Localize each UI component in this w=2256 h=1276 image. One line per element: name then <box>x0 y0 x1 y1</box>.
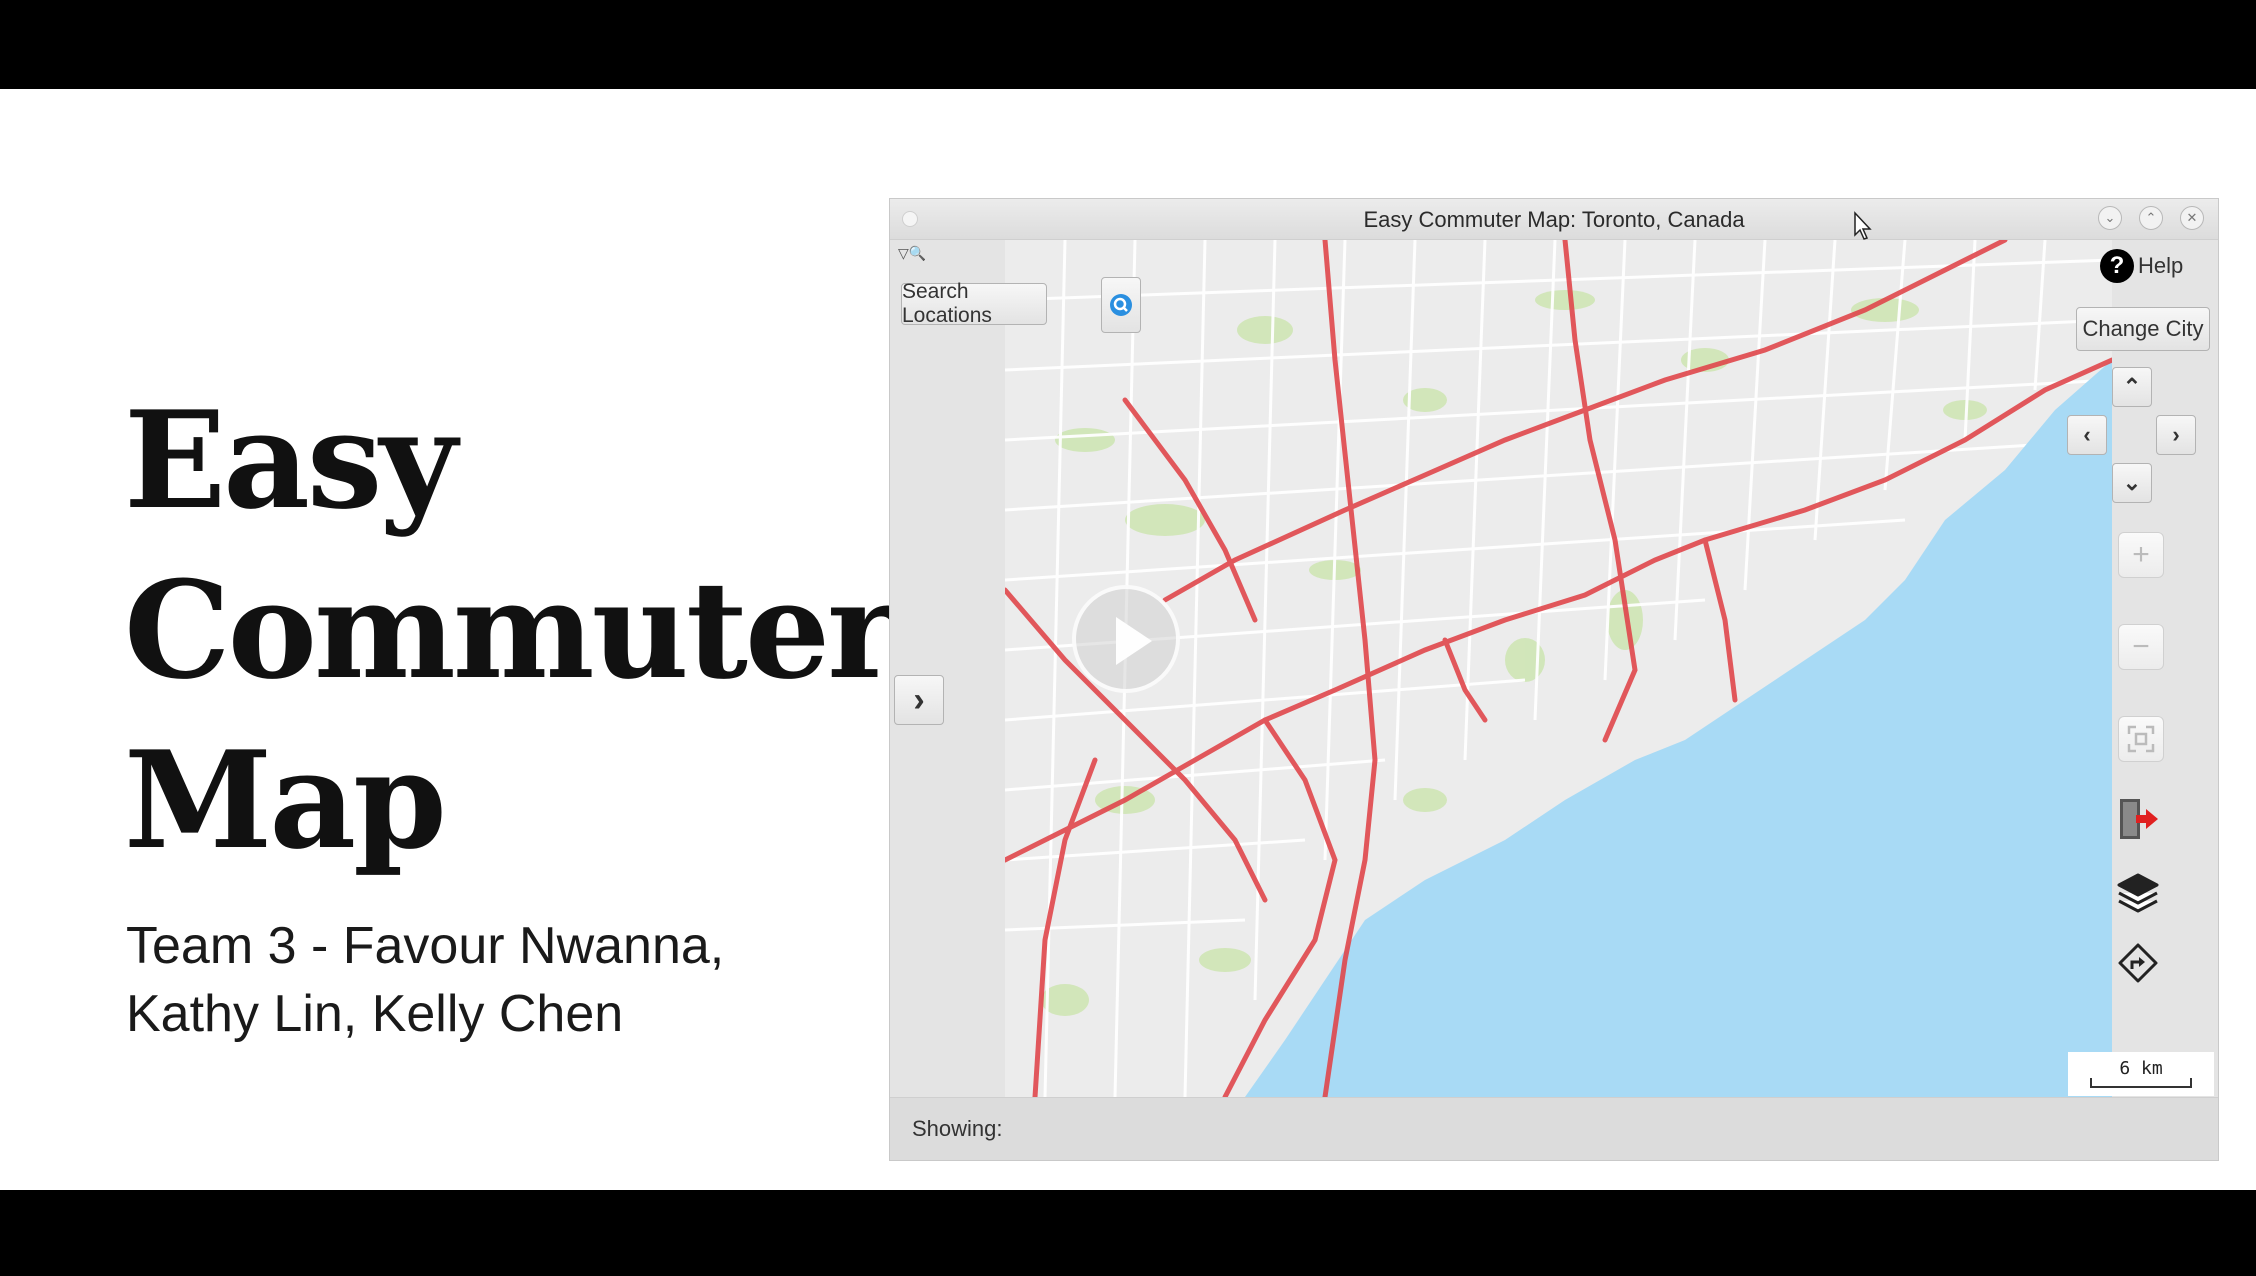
layers-button[interactable] <box>2114 870 2162 918</box>
letterbox-top <box>0 0 2256 89</box>
window-title: Easy Commuter Map: Toronto, Canada <box>1363 207 1745 232</box>
search-toggle-button[interactable] <box>1101 277 1141 333</box>
filter-search-icon[interactable]: ▽🔍 <box>898 246 926 262</box>
close-button[interactable]: ✕ <box>2180 206 2204 230</box>
help-icon: ? <box>2100 249 2134 283</box>
exit-button[interactable] <box>2114 795 2162 843</box>
status-bar: Showing: <box>890 1097 2218 1160</box>
fit-view-icon <box>2127 725 2155 753</box>
pan-left-button[interactable]: ‹ <box>2067 415 2107 455</box>
slide-title-line: Commuter <box>124 551 898 709</box>
minimize-button[interactable]: ⌄ <box>2098 206 2122 230</box>
play-icon <box>1116 617 1152 665</box>
slide-title-line: Easy <box>124 381 457 539</box>
directions-button[interactable] <box>2114 939 2162 987</box>
slide-title-line: Map <box>124 721 447 879</box>
letterbox-bottom <box>0 1190 2256 1276</box>
zoom-in-button[interactable]: + <box>2118 532 2164 578</box>
app-window: Easy Commuter Map: Toronto, Canada ⌄ ⌃ ✕ <box>889 198 2219 1161</box>
help-button[interactable]: ? Help <box>2100 249 2183 283</box>
status-label: Showing: <box>912 1116 1003 1141</box>
maximize-button[interactable]: ⌃ <box>2139 206 2163 230</box>
scale-label: 6 km <box>2119 1058 2163 1079</box>
fit-view-button[interactable] <box>2118 716 2164 762</box>
slide-subtitle-line: Kathy Lin, Kelly Chen <box>126 985 624 1043</box>
zoom-out-button[interactable]: − <box>2118 624 2164 670</box>
expand-panel-button[interactable]: › <box>894 675 944 725</box>
map-scale: 6 km <box>2068 1052 2214 1096</box>
mouse-cursor-icon <box>1853 211 1875 245</box>
pan-down-button[interactable]: ⌄ <box>2112 463 2152 503</box>
window-titlebar[interactable]: Easy Commuter Map: Toronto, Canada ⌄ ⌃ ✕ <box>890 199 2218 240</box>
search-locations-button[interactable]: Search Locations <box>901 280 1047 327</box>
scale-bar <box>2090 1078 2192 1088</box>
zoom-in-icon: + <box>2132 538 2150 571</box>
slide-subtitle-line: Team 3 - Favour Nwanna, <box>126 917 725 975</box>
change-city-button[interactable]: Change City <box>2076 307 2210 351</box>
zoom-out-icon: − <box>2132 630 2150 663</box>
layers-icon <box>2117 873 2159 913</box>
directions-icon <box>2118 943 2158 983</box>
slide-title: Easy Commuter Map <box>124 375 898 885</box>
left-panel <box>890 240 1005 1097</box>
exit-icon <box>2120 799 2158 839</box>
pan-right-button[interactable]: › <box>2156 415 2196 455</box>
search-icon <box>1110 294 1132 316</box>
video-play-button[interactable] <box>1072 585 1180 693</box>
help-label: Help <box>2138 253 2184 278</box>
pan-up-button[interactable]: ⌃ <box>2112 367 2152 407</box>
slide-subtitle: Team 3 - Favour Nwanna, Kathy Lin, Kelly… <box>126 912 724 1048</box>
